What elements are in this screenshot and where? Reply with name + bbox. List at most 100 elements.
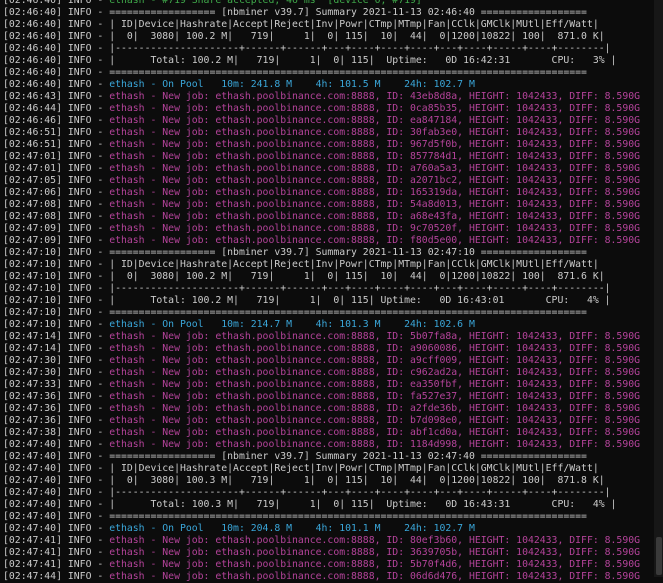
log-line: [02:46:43] INFO - ethash - New job: etha…: [3, 91, 641, 102]
log-line: [02:47:40] INFO - |---------------------…: [3, 487, 611, 498]
log-line: [02:47:40] INFO - ======================…: [3, 511, 587, 522]
log-level: INFO: [67, 223, 92, 234]
log-level: INFO: [67, 367, 92, 378]
log-level: INFO: [67, 331, 92, 342]
log-message: ethash - New job: ethash.poolbinance.com…: [109, 199, 641, 210]
log-level: INFO: [67, 103, 92, 114]
log-level: INFO: [67, 259, 92, 270]
log-line: [02:46:51] INFO - ethash - New job: etha…: [3, 139, 641, 150]
log-timestamp: [02:47:36]: [3, 415, 62, 426]
log-message: ========================================…: [109, 307, 587, 318]
log-line: [02:47:08] INFO - ethash - New job: etha…: [3, 199, 641, 210]
log-line: [02:46:40] INFO - | ID|Device|Hashrate|A…: [3, 19, 599, 30]
log-timestamp: [02:47:14]: [3, 331, 62, 342]
log-level: INFO: [67, 487, 92, 498]
log-level: INFO: [67, 175, 92, 186]
log-line: [02:47:10] INFO - |---------------------…: [3, 283, 611, 294]
log-line: [02:47:05] INFO - ethash - New job: etha…: [3, 175, 641, 186]
log-timestamp: [02:47:40]: [3, 475, 62, 486]
log-message: ethash - New job: ethash.poolbinance.com…: [109, 379, 641, 390]
log-timestamp: [02:46:40]: [3, 55, 62, 66]
log-line: [02:47:08] INFO - ethash - New job: etha…: [3, 211, 641, 222]
log-level: INFO: [67, 187, 92, 198]
log-level: INFO: [67, 499, 92, 510]
log-line: [02:47:14] INFO - ethash - New job: etha…: [3, 343, 641, 354]
log-message: ethash - On Pool 10m: 214.7 M 4h: 101.3 …: [109, 319, 475, 330]
log-level: INFO: [67, 355, 92, 366]
log-timestamp: [02:47:10]: [3, 247, 62, 258]
log-level: INFO: [67, 139, 92, 150]
log-level: INFO: [67, 79, 92, 90]
log-line: [02:47:41] INFO - ethash - New job: etha…: [3, 535, 641, 546]
log-message: ethash - New job: ethash.poolbinance.com…: [109, 331, 641, 342]
log-message: |---------------------+------+------+---…: [109, 43, 611, 54]
log-level: INFO: [67, 67, 92, 78]
log-message: |---------------------+------+------+---…: [109, 487, 611, 498]
log-line: [02:47:10] INFO - ethash - On Pool 10m: …: [3, 319, 475, 330]
log-message: |---------------------+------+------+---…: [109, 283, 611, 294]
log-line: [02:46:40] INFO - |---------------------…: [3, 43, 611, 54]
log-level: INFO: [67, 283, 92, 294]
log-line: [02:46:40] INFO - ======================…: [3, 67, 587, 78]
log-message: ethash - New job: ethash.poolbinance.com…: [109, 163, 641, 174]
log-message: ethash - New job: ethash.poolbinance.com…: [109, 343, 641, 354]
log-line: [02:47:01] INFO - ethash - New job: etha…: [3, 163, 641, 174]
log-message: ethash - New job: ethash.poolbinance.com…: [109, 139, 641, 150]
log-timestamp: [02:46:51]: [3, 127, 62, 138]
log-timestamp: [02:47:30]: [3, 355, 62, 366]
vertical-scrollbar[interactable]: [654, 0, 663, 577]
log-message: ethash - New job: ethash.poolbinance.com…: [109, 559, 641, 570]
log-level: INFO: [67, 295, 92, 306]
log-message: ethash - New job: ethash.poolbinance.com…: [109, 427, 641, 438]
log-line: [02:47:10] INFO - | 0| 3080| 100.2 M| 71…: [3, 271, 605, 282]
log-message: ================== [nbminer v39.7] Summa…: [109, 7, 587, 18]
log-line: [02:47:30] INFO - ethash - New job: etha…: [3, 367, 641, 378]
log-level: INFO: [67, 55, 92, 66]
log-message: | Total: 100.2 M| 719| 1| 0| 115| Uptime…: [109, 295, 611, 306]
log-line: [02:47:38] INFO - ethash - New job: etha…: [3, 427, 641, 438]
log-level: INFO: [67, 319, 92, 330]
log-message: | 0| 3080| 100.3 M| 719| 1| 0| 115| 10| …: [109, 475, 605, 486]
log-message: ethash - New job: ethash.poolbinance.com…: [109, 91, 641, 102]
log-message: ethash - On Pool 10m: 241.8 M 4h: 101.5 …: [109, 79, 475, 90]
log-message: ethash - New job: ethash.poolbinance.com…: [109, 403, 641, 414]
log-timestamp: [02:47:40]: [3, 523, 62, 534]
log-level: INFO: [67, 31, 92, 42]
log-level: INFO: [67, 151, 92, 162]
log-line: [02:46:40] INFO - ethash - #719 Share ac…: [3, 0, 653, 7]
log-timestamp: [02:47:40]: [3, 511, 62, 522]
log-level: INFO: [67, 91, 92, 102]
log-level: INFO: [67, 475, 92, 486]
log-message: ethash - New job: ethash.poolbinance.com…: [109, 223, 641, 234]
terminal-output: [02:46:40] INFO - ethash - #719 Share ac…: [3, 0, 653, 583]
log-timestamp: [02:47:40]: [3, 439, 62, 450]
log-timestamp: [02:47:36]: [3, 391, 62, 402]
log-timestamp: [02:47:06]: [3, 187, 62, 198]
log-message: ethash - #719 Share accepted, 46 ms [dev…: [109, 0, 422, 6]
log-line: [02:46:40] INFO - ================== [nb…: [3, 7, 587, 18]
log-message: ethash - New job: ethash.poolbinance.com…: [109, 187, 641, 198]
log-message: | Total: 100.2 M| 719| 1| 0| 115| Uptime…: [109, 55, 617, 66]
log-line: [02:47:10] INFO - | Total: 100.2 M| 719|…: [3, 295, 611, 306]
log-message: ethash - New job: ethash.poolbinance.com…: [109, 103, 641, 114]
log-level: INFO: [67, 559, 92, 570]
log-level: INFO: [67, 211, 92, 222]
scrollbar-thumb[interactable]: [656, 537, 662, 575]
log-message: ethash - New job: ethash.poolbinance.com…: [109, 439, 641, 450]
log-level: INFO: [67, 415, 92, 426]
log-line: [02:46:46] INFO - ethash - New job: etha…: [3, 115, 641, 126]
log-line: [02:47:33] INFO - ethash - New job: etha…: [3, 379, 641, 390]
log-line: [02:46:40] INFO - ethash - On Pool 10m: …: [3, 79, 475, 90]
log-timestamp: [02:46:40]: [3, 19, 62, 30]
log-timestamp: [02:47:33]: [3, 379, 62, 390]
log-line: [02:47:14] INFO - ethash - New job: etha…: [3, 331, 641, 342]
log-message: ethash - New job: ethash.poolbinance.com…: [109, 115, 641, 126]
log-level: INFO: [67, 7, 92, 18]
log-message: | Total: 100.3 M| 719| 1| 0| 115| Uptime…: [109, 499, 617, 510]
log-level: INFO: [67, 463, 92, 474]
log-timestamp: [02:47:41]: [3, 559, 62, 570]
log-line: [02:46:40] INFO - | 0| 3080| 100.2 M| 71…: [3, 31, 605, 42]
log-line: [02:47:01] INFO - ethash - New job: etha…: [3, 151, 641, 162]
log-line: [02:47:30] INFO - ethash - New job: etha…: [3, 355, 641, 366]
log-timestamp: [02:47:40]: [3, 499, 62, 510]
